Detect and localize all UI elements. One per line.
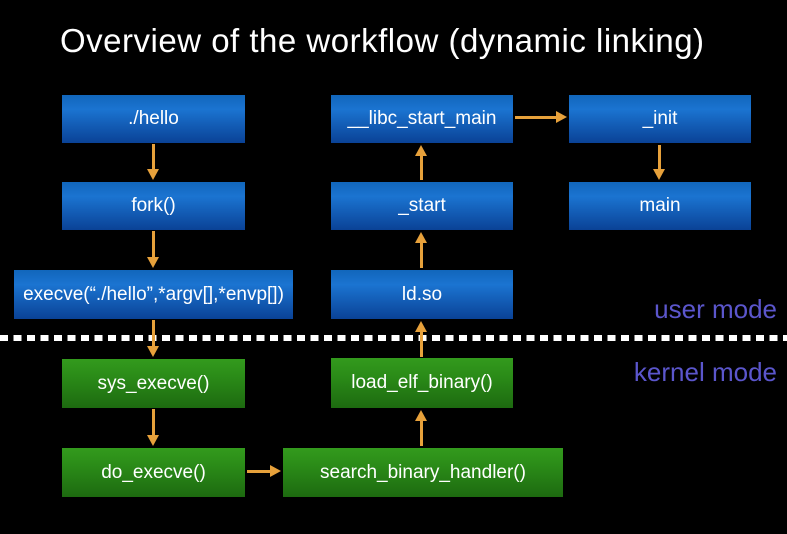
- user-mode-label: user mode: [654, 294, 777, 324]
- arrow-ldso-to-start: [415, 232, 427, 268]
- node-main: main: [569, 182, 751, 230]
- arrow-do-execve-to-search-binary-handler: [247, 465, 281, 477]
- node-start: _start: [331, 182, 513, 230]
- node-hello: ./hello: [62, 95, 245, 143]
- user-kernel-divider: [0, 335, 787, 341]
- node-do-execve: do_execve(): [62, 448, 245, 497]
- arrow-start-to-libc-start-main: [415, 145, 427, 180]
- node-load-elf-binary: load_elf_binary(): [331, 358, 513, 408]
- arrow-libc-start-main-to-init: [515, 111, 567, 123]
- arrow-sys-execve-to-do-execve: [147, 409, 159, 446]
- node-search-binary-handler: search_binary_handler(): [283, 448, 563, 497]
- arrow-fork-to-execve: [147, 231, 159, 268]
- node-init: _init: [569, 95, 751, 143]
- arrow-hello-to-fork: [147, 144, 159, 180]
- node-execve: execve(“./hello”,*argv[],*envp[]): [14, 270, 293, 319]
- node-fork: fork(): [62, 182, 245, 230]
- node-ldso: ld.so: [331, 270, 513, 319]
- arrow-load-elf-binary-to-ldso: [415, 321, 427, 357]
- node-libc-start-main: __libc_start_main: [331, 95, 513, 143]
- arrow-init-to-main: [653, 145, 665, 180]
- arrow-search-binary-handler-to-load-elf-binary: [415, 410, 427, 446]
- page-title: Overview of the workflow (dynamic linkin…: [60, 22, 705, 59]
- node-sys-execve: sys_execve(): [62, 359, 245, 408]
- slide: Overview of the workflow (dynamic linkin…: [0, 0, 787, 534]
- arrow-execve-to-sys-execve: [147, 320, 159, 357]
- kernel-mode-label: kernel mode: [633, 357, 777, 387]
